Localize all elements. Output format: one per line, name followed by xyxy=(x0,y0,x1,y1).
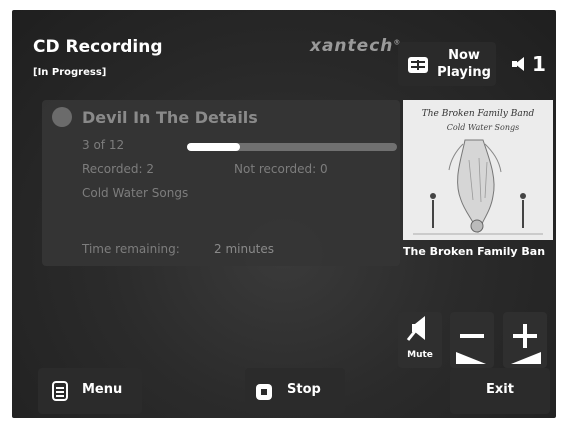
page-title: CD Recording xyxy=(33,37,163,57)
brand-logo: xantech® xyxy=(310,36,401,56)
zone-indicator[interactable]: 1 xyxy=(512,52,546,76)
stop-button[interactable]: Stop xyxy=(245,368,345,414)
time-remaining-value: 2 minutes xyxy=(214,242,275,256)
recording-progress-bar xyxy=(187,143,397,151)
menu-label: Menu xyxy=(82,382,123,397)
volume-down-button[interactable] xyxy=(450,312,494,368)
cover-album-name: Cold Water Songs xyxy=(447,123,519,132)
exit-label: Exit xyxy=(486,382,514,397)
not-recorded-count: Not recorded: 0 xyxy=(234,162,328,176)
mute-label: Mute xyxy=(407,350,433,360)
now-playing-icon xyxy=(408,57,428,73)
cd-recording-screen: CD Recording [In Progress] xantech® Now … xyxy=(12,10,556,418)
time-remaining-label: Time remaining: xyxy=(82,242,180,256)
brand-name: xantech xyxy=(310,36,394,56)
zone-number: 1 xyxy=(532,52,546,76)
mute-icon xyxy=(406,316,426,341)
album-name: Cold Water Songs xyxy=(82,186,189,200)
stop-icon xyxy=(256,384,272,400)
exit-button[interactable]: Exit xyxy=(450,368,550,414)
album-art-illustration: The Broken Family Band Cold Water Songs xyxy=(403,100,553,240)
album-art-caption: The Broken Family Ban xyxy=(403,245,546,258)
volume-down-icon xyxy=(456,334,486,364)
record-indicator-icon xyxy=(52,107,72,127)
menu-icon xyxy=(52,381,68,401)
volume-up-button[interactable] xyxy=(503,312,547,368)
speaker-icon xyxy=(512,56,526,72)
now-playing-label-line1: Now xyxy=(448,48,480,63)
stop-label: Stop xyxy=(287,382,321,397)
recording-progress-fill xyxy=(187,143,240,151)
track-title: Devil In The Details xyxy=(82,108,258,127)
status-subtitle: [In Progress] xyxy=(33,67,107,78)
cover-band-name: The Broken Family Band xyxy=(422,109,535,119)
album-art: The Broken Family Band Cold Water Songs xyxy=(403,100,553,240)
track-progress-count: 3 of 12 xyxy=(82,138,125,152)
menu-button[interactable]: Menu xyxy=(38,368,142,414)
recorded-count: Recorded: 2 xyxy=(82,162,154,176)
now-playing-label-line2: Playing xyxy=(437,65,491,80)
mute-button[interactable]: Mute xyxy=(398,312,442,368)
volume-up-icon xyxy=(511,324,541,364)
now-playing-label: Now Playing xyxy=(434,47,494,81)
now-playing-button[interactable]: Now Playing xyxy=(398,42,496,86)
